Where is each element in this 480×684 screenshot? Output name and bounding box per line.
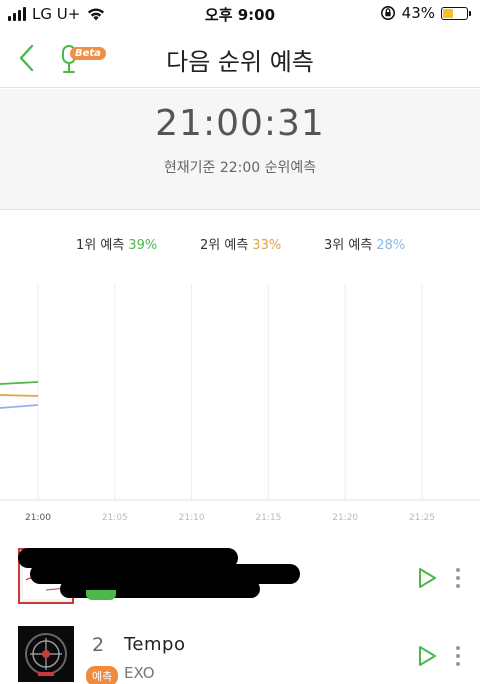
legend-label: 1위 예측: [76, 238, 125, 253]
prediction-chart: 21:00 21:05 21:10 21:15 21:20 21:25: [0, 262, 480, 532]
status-right: 43%: [380, 4, 471, 22]
legend-item-rank1: 1위 예측 39%: [76, 234, 157, 253]
song-title: Tempo: [124, 634, 186, 655]
nav-bar: Beta 다음 순위 예측: [0, 28, 480, 88]
x-tick-label: 21:20: [332, 513, 358, 523]
legend-value: 33%: [252, 238, 282, 253]
play-icon[interactable]: [414, 566, 438, 590]
battery-icon: [441, 6, 471, 20]
legend-value: 28%: [376, 238, 406, 253]
legend-item-rank3: 3위 예측 28%: [324, 234, 405, 253]
more-options-button[interactable]: [452, 566, 464, 590]
album-art: [18, 626, 74, 682]
legend-item-rank2: 2위 예측 33%: [200, 234, 281, 253]
more-options-button[interactable]: [452, 644, 464, 668]
badge-fragment: [86, 590, 116, 600]
countdown-time: 21:00:31: [155, 103, 325, 144]
status-bar: LG U+ 오후 9:00 43%: [0, 0, 480, 28]
series-line-2: [0, 394, 39, 397]
legend-label: 3위 예측: [324, 238, 373, 253]
song-artist: EXO: [124, 664, 155, 682]
page-title: 다음 순위 예측: [166, 48, 314, 76]
x-tick-label: 21:05: [102, 513, 128, 523]
x-tick-label: 21:10: [179, 513, 205, 523]
prediction-badge: 예측: [86, 666, 119, 684]
rotation-lock-icon: [380, 6, 395, 20]
song-row-2[interactable]: 2 Tempo 예측 EXO: [0, 626, 480, 684]
x-tick-label: 21:25: [409, 513, 435, 523]
battery-percent: 43%: [401, 4, 435, 22]
series-line-1: [0, 381, 39, 385]
song-rank: 2: [92, 634, 105, 656]
song-row-1[interactable]: [0, 548, 480, 612]
album-art-image: [25, 633, 67, 676]
legend-label: 2위 예측: [200, 238, 249, 253]
x-tick-label: 21:15: [255, 513, 281, 523]
series-line-3: [0, 404, 39, 409]
countdown-panel: 21:00:31 현재기준 22:00 순위예측: [0, 89, 480, 210]
play-icon[interactable]: [414, 644, 438, 668]
x-tick-label: 21:00: [25, 513, 51, 523]
countdown-subtitle: 현재기준 22:00 순위예측: [163, 160, 317, 176]
battery-fill: [443, 8, 453, 18]
chart-svg: 21:00 21:05 21:10 21:15 21:20 21:25: [0, 284, 480, 523]
legend-value: 39%: [128, 238, 158, 253]
